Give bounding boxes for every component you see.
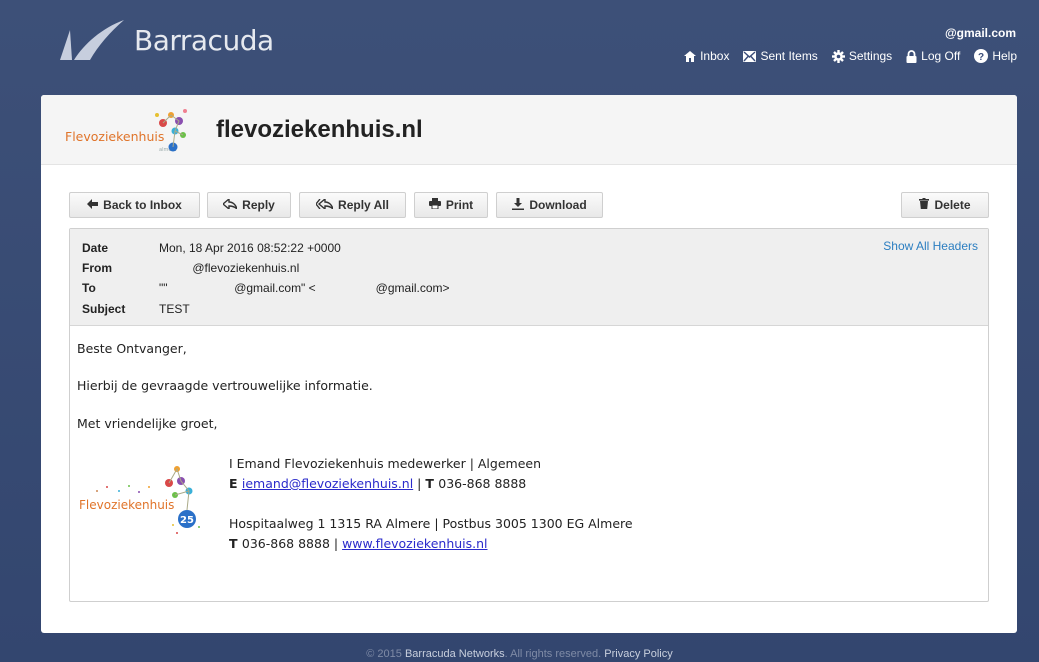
gear-icon bbox=[831, 49, 845, 63]
message-view: Date Mon, 18 Apr 2016 08:52:22 +0000 Fro… bbox=[69, 228, 989, 602]
from-label: From bbox=[82, 261, 112, 275]
privacy-policy-link[interactable]: Privacy Policy bbox=[604, 648, 672, 660]
signature-phone: 036-868 8888 bbox=[438, 476, 527, 491]
signature-contact-line: E iemand@flevoziekenhuis.nl | T 036-868 … bbox=[229, 476, 526, 491]
envelope-icon bbox=[743, 50, 757, 62]
delete-button[interactable]: Delete bbox=[901, 192, 989, 218]
signature-website-link[interactable]: www.flevoziekenhuis.nl bbox=[342, 536, 487, 551]
header-from-row: From @flevoziekenhuis.nl bbox=[82, 260, 299, 276]
signature-phone2: 036-868 8888 bbox=[241, 536, 330, 551]
reply-all-icon bbox=[315, 197, 335, 212]
footer-copyright: © 2015 bbox=[366, 648, 405, 660]
reply-all-label: Reply All bbox=[338, 198, 389, 212]
trash-icon bbox=[919, 198, 930, 212]
help-icon: ? bbox=[974, 49, 989, 63]
svg-text:Flevoziekenhuis: Flevoziekenhuis bbox=[65, 129, 164, 144]
back-to-inbox-label: Back to Inbox bbox=[103, 198, 182, 212]
top-navigation: Inbox Sent Items Settings Log Off ? Help bbox=[670, 49, 1017, 63]
body-closing: Met vriendelijke groet, bbox=[77, 416, 218, 431]
reply-icon bbox=[222, 197, 239, 212]
header-date-row: Date Mon, 18 Apr 2016 08:52:22 +0000 bbox=[82, 240, 341, 256]
message-headers: Date Mon, 18 Apr 2016 08:52:22 +0000 Fro… bbox=[70, 229, 988, 326]
page-footer: © 2015 Barracuda Networks. All rights re… bbox=[0, 648, 1039, 660]
nav-settings-label: Settings bbox=[848, 49, 893, 63]
signature-name-line: I Emand Flevoziekenhuis medewerker | Alg… bbox=[229, 456, 542, 471]
printer-icon bbox=[428, 198, 441, 212]
page-title: flevoziekenhuis.nl bbox=[216, 116, 423, 143]
nav-log-off-label: Log Off bbox=[921, 49, 961, 63]
svg-text:25: 25 bbox=[180, 515, 194, 526]
signature-phone-web-line: T 036-868 8888 | www.flevoziekenhuis.nl bbox=[229, 536, 488, 551]
nav-log-off[interactable]: Log Off bbox=[906, 49, 960, 63]
download-icon bbox=[512, 197, 525, 213]
arrow-left-icon bbox=[87, 198, 99, 212]
reply-button[interactable]: Reply bbox=[207, 192, 291, 218]
header-to-row: To "" @gmail.com" < @gmail.com> bbox=[82, 280, 450, 296]
nav-sent-items-label: Sent Items bbox=[760, 49, 818, 63]
header-subject-row: Subject TEST bbox=[82, 301, 190, 317]
svg-text:?: ? bbox=[978, 52, 984, 63]
svg-text:Flevoziekenhuis: Flevoziekenhuis bbox=[79, 498, 174, 512]
nav-settings[interactable]: Settings bbox=[831, 49, 893, 63]
subject-value: TEST bbox=[159, 302, 190, 316]
phone2-prefix: T bbox=[229, 536, 242, 551]
nav-sent-items[interactable]: Sent Items bbox=[743, 49, 818, 63]
signature-address: Hospitaalweg 1 1315 RA Almere | Postbus … bbox=[229, 516, 633, 531]
body-greeting: Beste Ontvanger, bbox=[77, 341, 187, 356]
phone-prefix: T bbox=[425, 476, 439, 491]
to-value: "" @gmail.com" < @gmail.com> bbox=[159, 281, 450, 295]
web-separator: | bbox=[329, 536, 343, 551]
from-value: @flevoziekenhuis.nl bbox=[159, 261, 300, 275]
download-button[interactable]: Download bbox=[496, 192, 603, 218]
reply-label: Reply bbox=[242, 198, 275, 212]
flevoziekenhuis-signature-logo-icon: Flevoziekenhuis 25 bbox=[79, 466, 200, 534]
reply-all-button[interactable]: Reply All bbox=[299, 192, 406, 218]
barracuda-fin-icon bbox=[60, 20, 124, 60]
contact-separator: | bbox=[413, 476, 426, 491]
message-panel: Flevoziekenhuis almere flevoziekenhuis.n… bbox=[41, 95, 1017, 633]
date-label: Date bbox=[82, 241, 109, 255]
subject-label: Subject bbox=[82, 302, 126, 316]
sender-logo: Flevoziekenhuis almere bbox=[63, 105, 193, 162]
flevoziekenhuis-logo-icon: Flevoziekenhuis almere bbox=[65, 109, 187, 153]
to-label: To bbox=[82, 281, 96, 295]
delete-label: Delete bbox=[934, 198, 971, 212]
lock-icon bbox=[906, 49, 917, 63]
account-email: @gmail.com bbox=[944, 26, 1016, 40]
print-label: Print bbox=[445, 198, 474, 212]
signature-logo: Flevoziekenhuis 25 bbox=[77, 461, 212, 540]
barracuda-logo[interactable]: Barracuda bbox=[58, 14, 274, 64]
date-value: Mon, 18 Apr 2016 08:52:22 +0000 bbox=[159, 241, 341, 255]
show-all-headers-link[interactable]: Show All Headers bbox=[883, 239, 978, 253]
footer-rights: . All rights reserved. bbox=[504, 648, 605, 660]
print-button[interactable]: Print bbox=[414, 192, 488, 218]
email-prefix: E bbox=[229, 476, 242, 491]
brand-name: Barracuda bbox=[134, 23, 274, 57]
nav-inbox-label: Inbox bbox=[700, 49, 730, 63]
footer-company-link[interactable]: Barracuda Networks bbox=[405, 648, 505, 660]
nav-inbox[interactable]: Inbox bbox=[684, 49, 729, 63]
nav-help-label: Help bbox=[992, 49, 1017, 63]
nav-help[interactable]: ? Help bbox=[974, 49, 1017, 63]
back-to-inbox-button[interactable]: Back to Inbox bbox=[69, 192, 200, 218]
message-toolbar: Back to Inbox Reply Reply All Print Down… bbox=[69, 192, 989, 218]
home-icon bbox=[684, 50, 697, 62]
download-label: Download bbox=[529, 198, 587, 212]
signature-email-link[interactable]: iemand@flevoziekenhuis.nl bbox=[242, 476, 413, 491]
body-line: Hierbij de gevraagde vertrouwelijke info… bbox=[77, 378, 373, 393]
message-header-bar: Flevoziekenhuis almere flevoziekenhuis.n… bbox=[41, 95, 1017, 165]
